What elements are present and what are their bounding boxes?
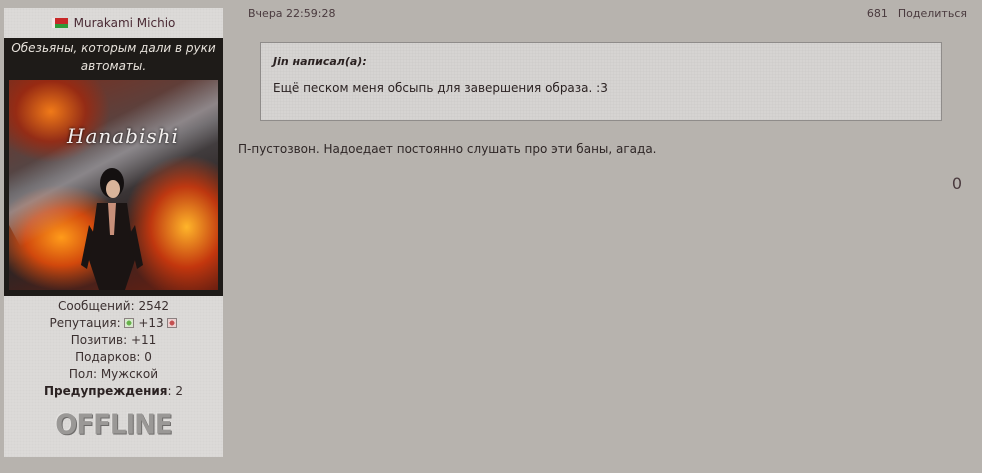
- offline-status-badge: OFFLINE: [55, 409, 172, 441]
- avatar: Hanabishi: [9, 80, 218, 290]
- posts-count-value: 2542: [138, 299, 169, 313]
- gender-row: Пол: Мужской: [68, 367, 159, 381]
- post-rating-value[interactable]: 0: [952, 174, 962, 193]
- post-number-link[interactable]: 681: [867, 7, 888, 20]
- user-status-text: Обезьяны, которым дали в руки автоматы.: [4, 38, 223, 75]
- share-link[interactable]: Поделиться: [898, 7, 967, 20]
- post-meta: 681 Поделиться: [867, 7, 967, 20]
- post-body-text: П-пустозвон. Надоедает постоянно слушать…: [238, 142, 657, 156]
- avatar-frame: Hanabishi: [4, 75, 223, 296]
- belarus-flag-icon: [51, 18, 68, 28]
- positive-row: Позитив: +11: [70, 333, 157, 347]
- post-header: Вчера 22:59:28 681 Поделиться: [248, 7, 967, 21]
- user-stats: Сообщений: 2542 Репутация: +13 Позитив: …: [4, 296, 223, 441]
- reputation-plus-icon[interactable]: [124, 317, 135, 328]
- warnings-row: Предупреждения: 2: [44, 384, 183, 398]
- username-row: Murakami Michio: [4, 8, 223, 38]
- posts-count-row: Сообщений: 2542: [57, 299, 169, 313]
- quote-block: Jin написал(а): Ещё песком меня обсыпь д…: [260, 42, 942, 121]
- warnings-label: Предупреждения: [44, 384, 168, 398]
- quote-text: Ещё песком меня обсыпь для завершения об…: [273, 81, 608, 95]
- warnings-value: 2: [175, 384, 183, 398]
- positive-value: +11: [130, 333, 157, 347]
- gifts-row: Подарков: 0: [75, 350, 152, 364]
- gifts-value: 0: [144, 350, 152, 364]
- avatar-logo-text: Hanabishi: [67, 124, 179, 148]
- gender-value: Мужской: [100, 367, 159, 381]
- quote-author: Jin написал(а):: [273, 55, 367, 68]
- avatar-character-figure: [81, 168, 143, 290]
- reputation-row: Репутация: +13: [4, 315, 223, 332]
- reputation-value: +13: [138, 316, 164, 330]
- username-link[interactable]: Murakami Michio: [74, 16, 176, 30]
- user-profile-panel: Murakami Michio Обезьяны, которым дали в…: [4, 8, 223, 457]
- post-date-link[interactable]: Вчера 22:59:28: [248, 7, 335, 20]
- reputation-minus-icon[interactable]: [167, 317, 178, 328]
